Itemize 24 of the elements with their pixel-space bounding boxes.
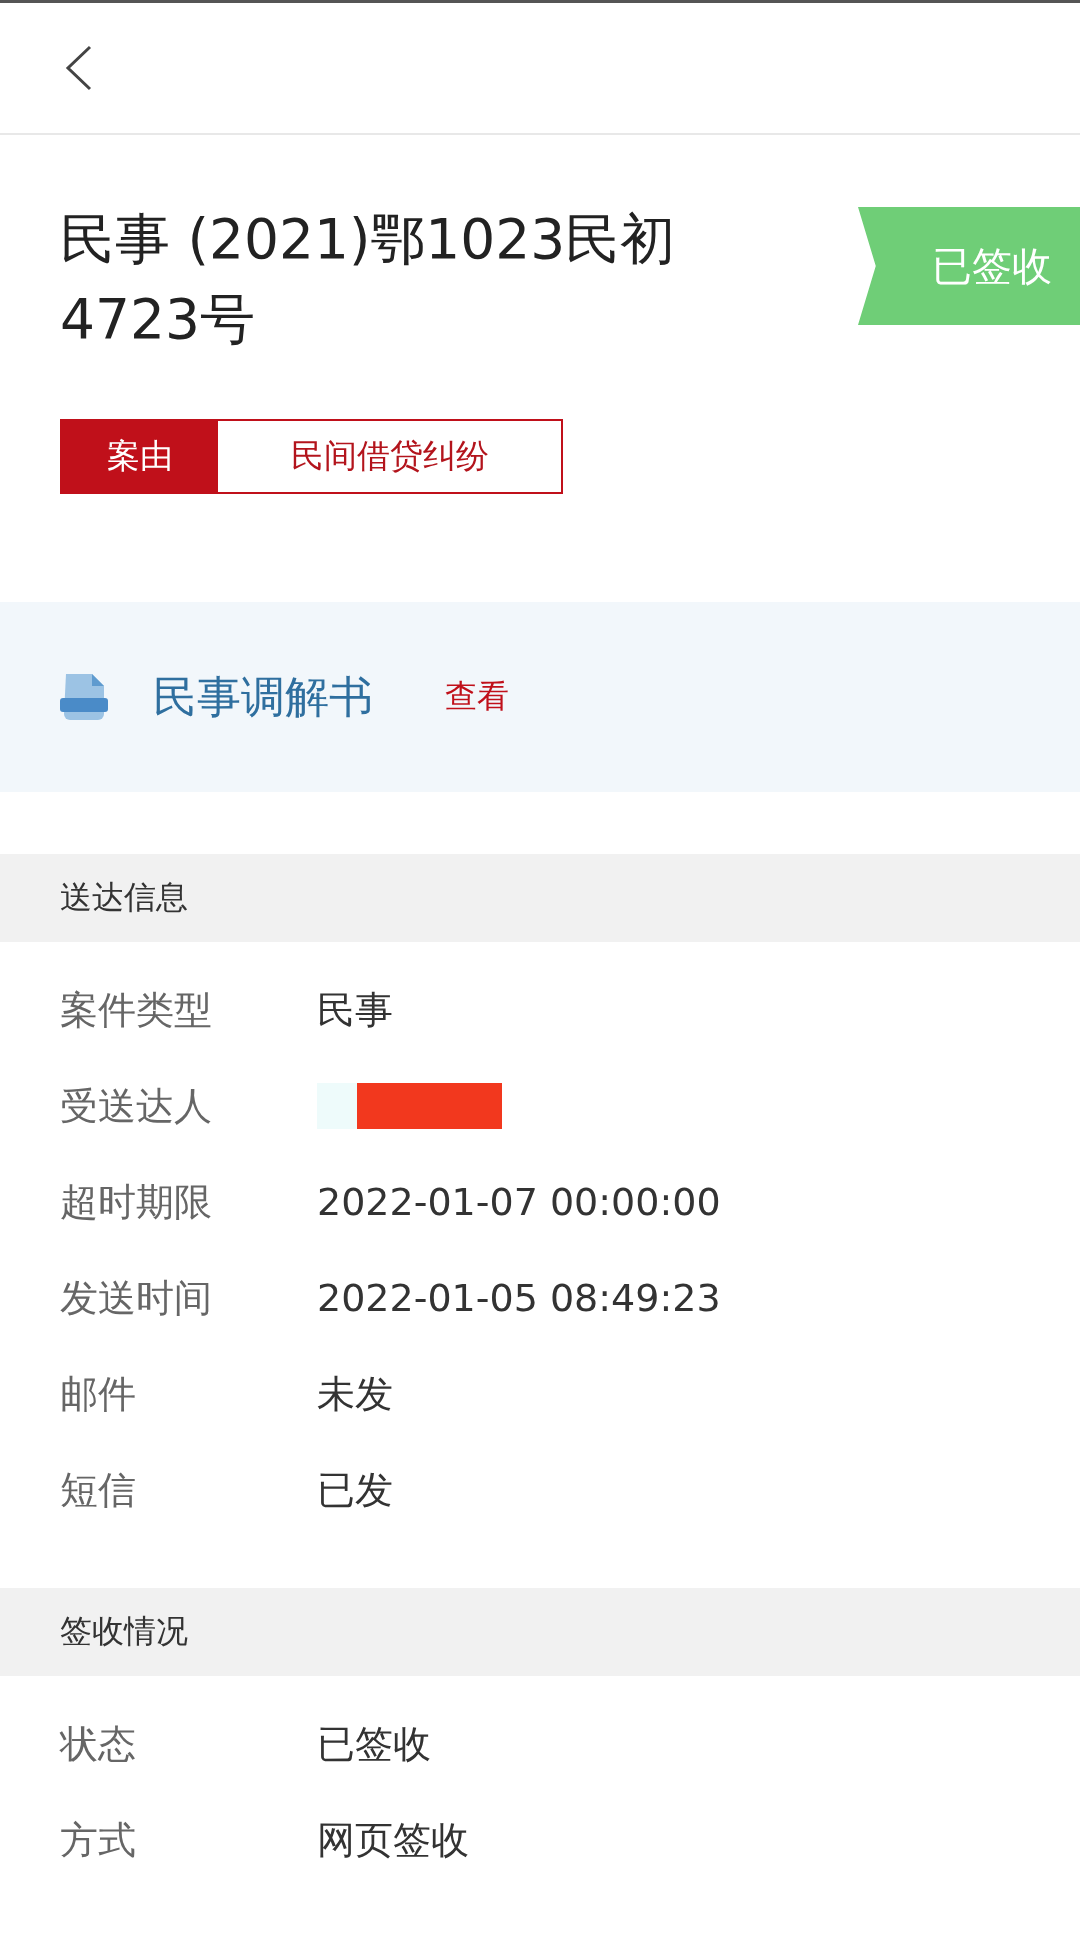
section-header: 签收情况 xyxy=(0,1588,1080,1676)
field-value: 2022-01-07 00:00:00 xyxy=(317,1180,721,1224)
field-label: 发送时间 xyxy=(60,1274,213,1322)
view-link[interactable]: 查看 xyxy=(445,675,509,719)
field-label: 受送达人 xyxy=(60,1082,213,1130)
field-label: 短信 xyxy=(60,1466,137,1514)
cause-value: 民间借贷纠纷 xyxy=(289,435,490,477)
field-value: 2022-01-05 08:49:23 xyxy=(317,1276,721,1320)
cause-label: 案由 xyxy=(62,421,218,492)
field-label: 方式 xyxy=(60,1816,137,1864)
case-title: 民事 (2021)鄂1023民初4723号 xyxy=(60,206,677,353)
section-header: 送达信息 xyxy=(0,854,1080,942)
field-label: 案件类型 xyxy=(60,986,213,1034)
field-label: 邮件 xyxy=(60,1370,137,1418)
status-ribbon: 已签收 xyxy=(858,207,1080,325)
field-label: 超时期限 xyxy=(60,1178,213,1226)
document-icon xyxy=(60,674,108,720)
field-value: 民事 xyxy=(317,986,393,1034)
document-name: 民事调解书 xyxy=(153,669,373,724)
field-label: 状态 xyxy=(60,1720,137,1768)
field-value: 网页签收 xyxy=(317,1816,469,1864)
field-value: 未发 xyxy=(317,1370,393,1418)
field-value: 已发 xyxy=(317,1466,393,1514)
field-value: 已签收 xyxy=(317,1720,431,1768)
